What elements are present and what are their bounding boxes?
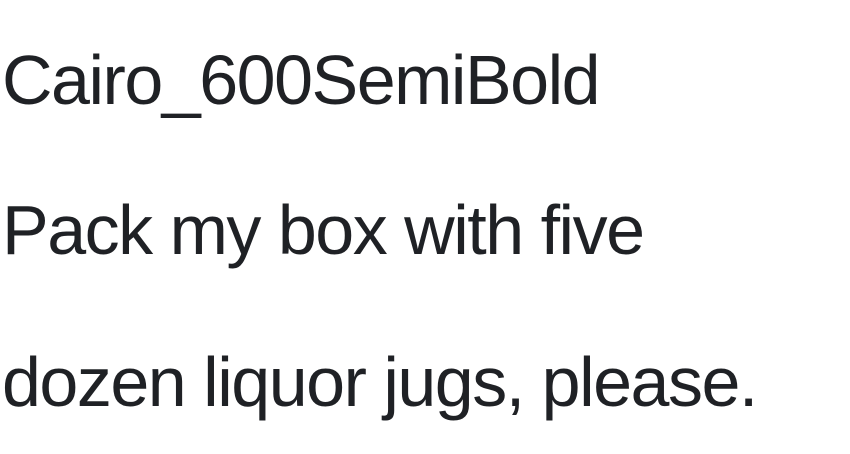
sample-text-line-1: Pack my box with five	[2, 191, 645, 269]
font-name-title: Cairo_600SemiBold	[2, 41, 601, 119]
sample-text-line-2: dozen liquor jugs, please.	[2, 343, 758, 421]
font-sample-preview: Cairo_600SemiBold Pack my box with five …	[0, 0, 850, 454]
